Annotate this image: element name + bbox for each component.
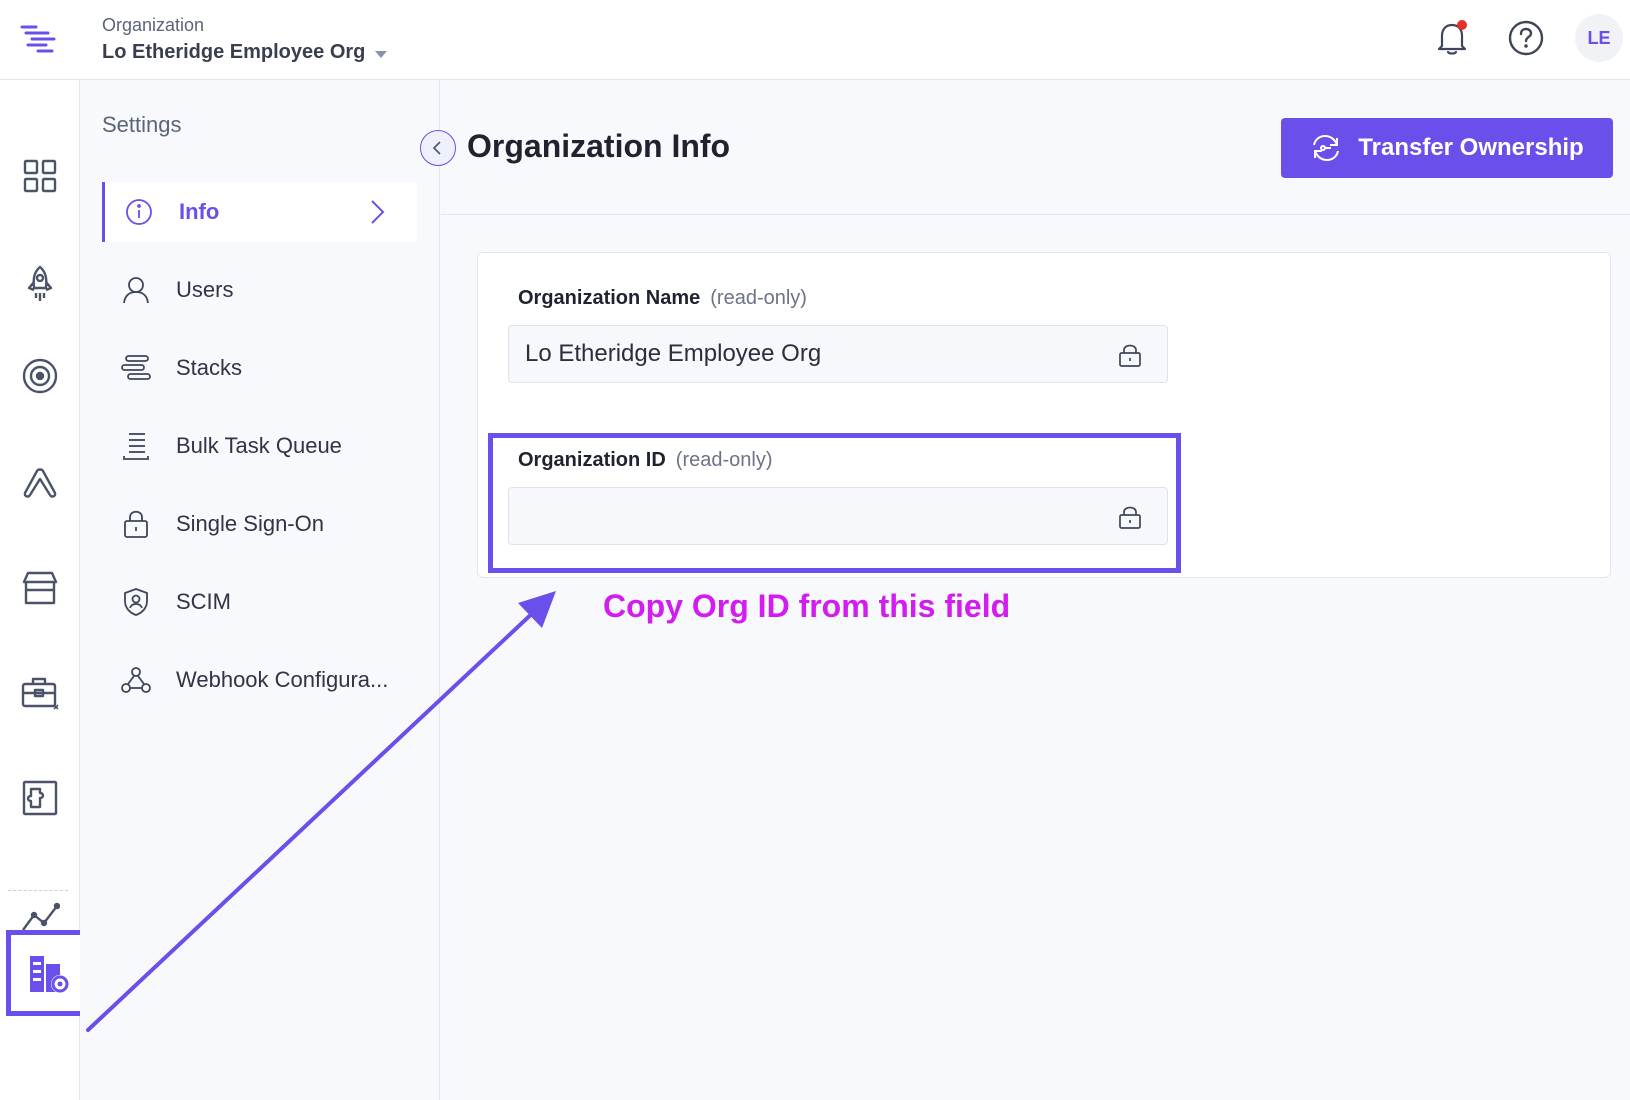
org-name-label: Organization Name (read-only) xyxy=(518,287,807,310)
settings-item-label: SCIM xyxy=(176,589,231,614)
rail-divider xyxy=(8,890,68,891)
transfer-icon xyxy=(1313,134,1340,162)
settings-item-bulk-task-queue[interactable]: Bulk Task Queue xyxy=(102,416,417,476)
org-id-field[interactable] xyxy=(508,487,1168,545)
rocket-icon[interactable] xyxy=(14,258,66,310)
org-name: Lo Etheridge Employee Org xyxy=(102,41,366,63)
shield-user-icon xyxy=(120,586,152,618)
info-icon xyxy=(123,196,155,228)
user-icon xyxy=(120,274,152,306)
toolbox-icon[interactable] xyxy=(14,668,66,720)
settings-item-scim[interactable]: SCIM xyxy=(102,572,417,632)
org-caption: Organization xyxy=(102,15,205,35)
settings-item-label: Info xyxy=(179,199,220,224)
org-id-label-text: Organization ID xyxy=(518,449,666,471)
stacks-icon xyxy=(120,352,152,384)
org-name-field[interactable]: Lo Etheridge Employee Org xyxy=(508,325,1168,383)
page-title: Organization Info xyxy=(467,128,731,164)
settings-item-info[interactable]: Info xyxy=(102,182,417,242)
settings-item-label: Single Sign-On xyxy=(176,511,324,536)
settings-item-users[interactable]: Users xyxy=(102,260,417,320)
dashboard-icon[interactable] xyxy=(14,150,66,202)
transfer-ownership-button[interactable]: Transfer Ownership xyxy=(1281,118,1613,178)
main-header: Organization Info Transfer Ownership xyxy=(441,80,1630,215)
chevron-left-icon xyxy=(432,141,441,155)
automation-icon[interactable] xyxy=(14,456,66,508)
org-info-card: Organization Name (read-only) Lo Etheridg… xyxy=(477,252,1611,578)
settings-item-label: Webhook Configura... xyxy=(176,667,389,692)
org-id-readonly-note: (read-only) xyxy=(675,449,773,471)
settings-title: Settings xyxy=(102,112,182,137)
settings-panel: Settings Info Users Stacks Bulk Task Que… xyxy=(80,80,456,1100)
user-avatar[interactable]: LE xyxy=(1575,14,1623,62)
marketplace-icon[interactable] xyxy=(14,562,66,614)
lock-icon xyxy=(120,508,152,540)
settings-item-label: Users xyxy=(176,277,234,302)
webhook-icon xyxy=(120,664,152,696)
settings-item-stacks[interactable]: Stacks xyxy=(102,338,417,398)
settings-item-label: Bulk Task Queue xyxy=(176,433,342,458)
org-name-value: Lo Etheridge Employee Org xyxy=(525,340,822,367)
org-id-label: Organization ID (read-only) xyxy=(518,449,773,472)
lock-icon xyxy=(1119,506,1141,529)
app-logo-icon[interactable] xyxy=(18,18,58,58)
settings-item-label: Stacks xyxy=(176,355,243,380)
collapse-panel-button[interactable] xyxy=(420,130,456,166)
notifications-bell-icon[interactable] xyxy=(1430,16,1474,60)
queue-icon xyxy=(120,430,152,462)
org-selector[interactable]: Lo Etheridge Employee Org xyxy=(102,41,388,64)
top-header: Organization Lo Etheridge Employee Org L… xyxy=(0,0,1630,80)
org-name-readonly-note: (read-only) xyxy=(710,287,807,309)
org-settings-icon[interactable] xyxy=(6,930,90,1016)
chevron-right-icon xyxy=(371,200,385,224)
org-name-label-text: Organization Name xyxy=(518,287,701,309)
caret-down-icon xyxy=(375,50,388,58)
lock-icon xyxy=(1119,344,1141,367)
settings-item-webhook[interactable]: Webhook Configura... xyxy=(102,650,417,710)
settings-item-single-sign-on[interactable]: Single Sign-On xyxy=(102,494,417,554)
transfer-ownership-label: Transfer Ownership xyxy=(1358,134,1584,161)
extensions-icon[interactable] xyxy=(14,772,66,824)
help-icon[interactable] xyxy=(1504,16,1548,60)
target-icon[interactable] xyxy=(14,350,66,402)
annotation-text: Copy Org ID from this field xyxy=(603,588,1011,624)
